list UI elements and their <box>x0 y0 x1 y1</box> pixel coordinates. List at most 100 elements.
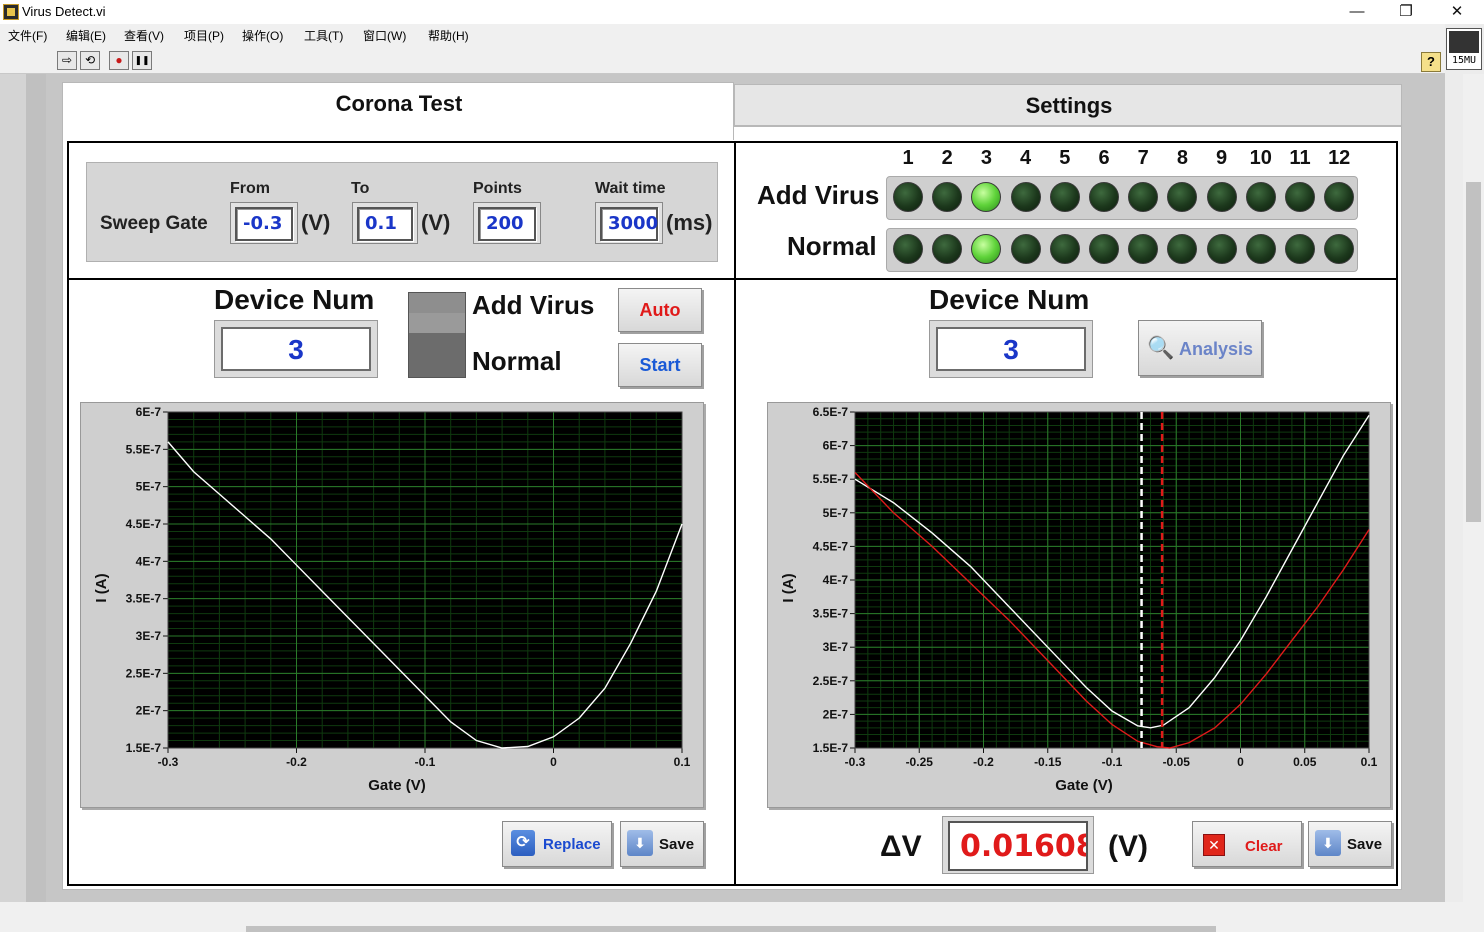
normal-led-10 <box>1245 234 1276 264</box>
menu-view[interactable]: 查看(V) <box>124 27 164 44</box>
tab-corona-test[interactable]: Corona Test <box>62 82 734 140</box>
wait-time-unit: (ms) <box>666 210 713 235</box>
y-tick-label: 4.5E-7 <box>813 539 849 553</box>
menu-file[interactable]: 文件(F) <box>8 27 47 44</box>
left-device-control: 3 <box>214 320 378 378</box>
y-tick-label: 3E-7 <box>823 640 849 654</box>
replace-button-label: Replace <box>543 836 601 853</box>
right-save-button[interactable]: ⬇ Save <box>1308 821 1392 867</box>
menu-edit[interactable]: 编辑(E) <box>66 27 106 44</box>
y-tick-label: 5.5E-7 <box>813 472 849 486</box>
normal-led-4 <box>1010 234 1041 264</box>
clear-button[interactable]: ✕ Clear <box>1192 821 1302 867</box>
add-virus-led-1 <box>893 182 923 212</box>
y-axis-title: I (A) <box>780 573 797 602</box>
y-tick-label: 3.5E-7 <box>126 592 162 606</box>
switch-normal-label: Normal <box>472 346 562 376</box>
replace-icon: ⟳ <box>511 830 535 856</box>
led-number-3: 3 <box>980 147 992 169</box>
left-save-button[interactable]: ⬇ Save <box>620 821 704 867</box>
x-tick-label: 0.05 <box>1293 755 1317 769</box>
add-virus-led-12 <box>1324 182 1355 212</box>
minimize-button[interactable]: — <box>1334 0 1380 24</box>
replace-button[interactable]: ⟳ Replace <box>502 821 612 867</box>
x-tick-label: 0 <box>550 755 557 769</box>
add-virus-led-5 <box>1049 182 1080 212</box>
add-virus-led-2 <box>932 182 963 212</box>
y-axis-title: I (A) <box>93 573 110 602</box>
from-label: From <box>230 180 270 197</box>
wait-time-label: Wait time <box>595 180 666 197</box>
menu-project[interactable]: 项目(P) <box>184 27 224 44</box>
menu-operate[interactable]: 操作(O) <box>242 27 283 44</box>
left-save-button-label: Save <box>659 836 695 853</box>
pause-button[interactable]: ❚❚ <box>132 51 152 70</box>
start-button[interactable]: Start <box>618 343 702 387</box>
normal-led-2 <box>932 234 963 264</box>
y-tick-label: 1.5E-7 <box>126 741 162 755</box>
delta-v-indicator: 0.016080 <box>942 816 1094 874</box>
x-tick-label: 0.1 <box>1361 755 1378 769</box>
abort-button[interactable]: ● <box>109 51 129 70</box>
magnifier-icon: 🔍 <box>1147 335 1175 360</box>
normal-led-9 <box>1206 234 1237 264</box>
led-number-4: 4 <box>1020 147 1032 169</box>
add-virus-led-6 <box>1089 182 1119 212</box>
context-help-button[interactable]: ? <box>1421 52 1441 72</box>
led-number-12: 12 <box>1328 147 1351 169</box>
add-virus-led-7 <box>1128 182 1159 212</box>
left-iv-chart: -0.3 -0.2 -0.1 0 0.1 6E-7 5.5E-7 5E-7 4.5E-7 4E-7… <box>93 405 691 794</box>
run-button[interactable]: ⇨ <box>57 51 77 70</box>
normal-led-7 <box>1128 234 1159 264</box>
right-save-button-label: Save <box>1347 836 1383 853</box>
wait-time-input[interactable]: 3000 <box>600 207 658 241</box>
auto-button[interactable]: Auto <box>618 288 702 332</box>
normal-led-1 <box>893 234 923 264</box>
x-axis-title: Gate (V) <box>368 777 426 794</box>
led-number-6: 6 <box>1098 147 1110 169</box>
x-tick-label: -0.1 <box>415 755 436 769</box>
x-tick-label: -0.2 <box>286 755 307 769</box>
tab-settings[interactable]: Settings <box>734 84 1402 126</box>
y-tick-label: 3E-7 <box>136 629 162 643</box>
y-tick-label: 5.5E-7 <box>126 442 162 456</box>
x-tick-label: -0.25 <box>906 755 934 769</box>
x-tick-label: 0.1 <box>674 755 691 769</box>
menu-bar: 文件(F) 编辑(E) 查看(V) 项目(P) 操作(O) 工具(T) 窗口(W… <box>0 24 1445 46</box>
from-control: -0.3 <box>230 202 298 244</box>
vertical-scroll-thumb[interactable] <box>1466 182 1481 522</box>
to-control: 0.1 <box>352 202 418 244</box>
y-tick-label: 1.5E-7 <box>813 741 849 755</box>
clear-x-icon: ✕ <box>1203 834 1225 856</box>
y-tick-label: 4E-7 <box>823 573 849 587</box>
led-number-1: 1 <box>902 147 914 169</box>
restore-button[interactable]: ❐ <box>1383 0 1429 24</box>
right-device-control: 3 <box>929 320 1093 378</box>
points-input[interactable]: 200 <box>478 207 536 241</box>
close-button[interactable]: ✕ <box>1434 0 1480 24</box>
to-input[interactable]: 0.1 <box>357 207 413 241</box>
run-continuous-button[interactable]: ⟲ <box>80 51 100 70</box>
led-number-5: 5 <box>1059 147 1071 169</box>
x-tick-label: -0.15 <box>1034 755 1062 769</box>
tab-corona-test-label: Corona Test <box>335 91 463 116</box>
virus-normal-switch[interactable] <box>408 292 466 378</box>
right-device-num-input[interactable]: 3 <box>936 327 1086 371</box>
right-iv-chart: -0.3 -0.25 -0.2 -0.15 -0.1 -0.05 0 0.05 0.1 6.5E-… <box>780 405 1378 794</box>
normal-led-6 <box>1089 234 1119 264</box>
right-device-num-label: Device Num <box>929 284 1090 315</box>
window-title: Virus Detect.vi <box>22 4 106 19</box>
analysis-button[interactable]: 🔍 Analysis <box>1138 320 1262 376</box>
tab-settings-label: Settings <box>1025 93 1113 118</box>
menu-help[interactable]: 帮助(H) <box>428 27 469 44</box>
normal-led-12 <box>1324 234 1355 264</box>
menu-window[interactable]: 窗口(W) <box>363 27 406 44</box>
x-axis-title: Gate (V) <box>1055 777 1113 794</box>
left-device-num-input[interactable]: 3 <box>221 327 371 371</box>
horizontal-scroll-thumb[interactable] <box>246 926 1216 932</box>
from-input[interactable]: -0.3 <box>235 207 293 241</box>
menu-tools[interactable]: 工具(T) <box>304 27 343 44</box>
led-row-add-virus-label: Add Virus <box>757 180 880 210</box>
y-tick-label: 4.5E-7 <box>126 517 162 531</box>
y-tick-label: 2.5E-7 <box>126 666 162 680</box>
